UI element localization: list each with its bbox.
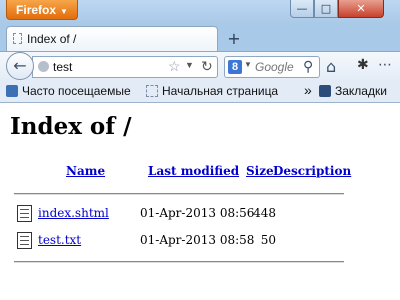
column-header-name[interactable]: Name — [66, 164, 105, 178]
text-file-icon — [17, 205, 32, 222]
bookmark-label: Закладки — [335, 84, 387, 98]
column-header-size[interactable]: Size — [246, 164, 274, 178]
bookmarks-toolbar: Часто посещаемые Начальная страница » За… — [0, 81, 400, 103]
minimize-button[interactable]: — — [290, 0, 314, 18]
search-placeholder: Google — [255, 60, 294, 74]
search-engine-icon[interactable]: 8 — [228, 60, 242, 74]
page-content: Index of / Name Last modified Size Descr… — [0, 103, 400, 300]
search-engine-dropdown-icon[interactable]: ▼ — [244, 60, 252, 69]
tab-index-of[interactable]: Index of / — [6, 26, 218, 51]
overflow-menu-icon[interactable]: ⋯ — [378, 57, 392, 73]
file-link[interactable]: index.shtml — [38, 206, 109, 220]
maximize-button[interactable]: □ — [314, 0, 338, 18]
firefox-menu-button[interactable]: Firefox ▼ — [6, 0, 78, 20]
bookmark-label: Начальная страница — [162, 84, 279, 98]
bookmarks-icon — [319, 85, 331, 97]
url-history-dropdown-icon[interactable]: ▼ — [185, 60, 194, 70]
chevron-down-icon: ▼ — [60, 7, 68, 16]
bookmark-start-page[interactable]: Начальная страница — [146, 84, 278, 98]
page-icon — [13, 33, 22, 44]
url-text: test — [53, 60, 73, 74]
file-modified: 01-Apr-2013 08:56 — [140, 206, 255, 220]
addon-icon[interactable]: ✱ — [357, 57, 369, 73]
file-modified: 01-Apr-2013 08:58 — [140, 233, 255, 247]
column-header-last-modified[interactable]: Last modified — [148, 164, 239, 178]
file-size: 50 — [260, 233, 276, 247]
back-button[interactable]: ← — [6, 52, 34, 80]
bookmark-most-visited[interactable]: Часто посещаемые — [6, 84, 131, 98]
page-title: Index of / — [10, 113, 132, 140]
bookmark-star-icon[interactable]: ☆ — [168, 58, 181, 75]
search-icon[interactable]: ⚲ — [303, 58, 313, 75]
bookmark-label: Часто посещаемые — [22, 84, 131, 98]
search-bar[interactable]: 8 ▼ Google ⚲ — [224, 56, 320, 78]
more-bookmarks-chevron-icon[interactable]: » — [304, 82, 312, 98]
browser-window: Firefox ▼ — □ ✕ Index of / + test ☆ ▼ ↻ ←… — [0, 0, 400, 300]
table-row: test.txt 01-Apr-2013 08:58 50 — [0, 230, 400, 252]
close-window-button[interactable]: ✕ — [338, 0, 384, 18]
home-icon[interactable]: ⌂ — [326, 57, 336, 76]
address-bar[interactable]: test ☆ ▼ ↻ — [32, 56, 218, 78]
most-visited-icon — [6, 85, 18, 97]
new-tab-button[interactable]: + — [222, 28, 246, 50]
globe-icon — [38, 61, 49, 72]
file-size: 448 — [253, 206, 276, 220]
column-header-description[interactable]: Description — [273, 164, 351, 178]
table-divider — [14, 193, 344, 195]
bookmarks-menu[interactable]: Закладки — [319, 84, 387, 98]
file-link[interactable]: test.txt — [38, 233, 81, 247]
tab-title: Index of / — [27, 32, 77, 46]
back-arrow-icon: ← — [13, 56, 27, 75]
firefox-menu-label: Firefox — [16, 3, 57, 17]
text-file-icon — [17, 232, 32, 249]
table-divider — [14, 261, 344, 263]
table-row: index.shtml 01-Apr-2013 08:56 448 — [0, 203, 400, 225]
page-icon — [146, 85, 158, 97]
reload-icon[interactable]: ↻ — [201, 58, 213, 75]
